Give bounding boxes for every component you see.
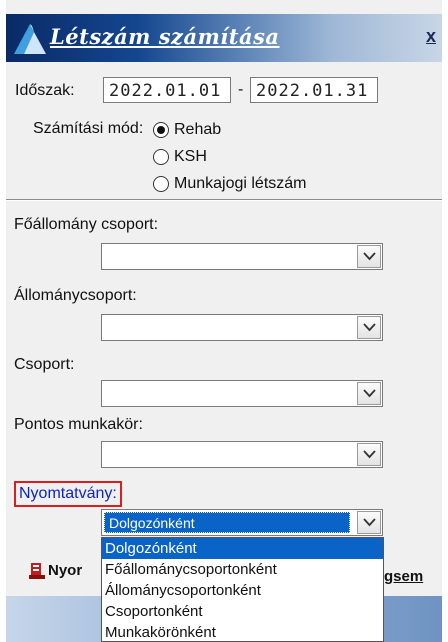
period-label: Időszak:: [15, 82, 75, 99]
print-form-label: Nyomtatvány:: [14, 481, 122, 507]
dropdown-option-allomanycsoportonkent[interactable]: Állománycsoportonként: [102, 580, 383, 601]
munkakor-select[interactable]: [101, 441, 383, 468]
chevron-down-icon: [363, 252, 376, 261]
allomanycsoport-dropdown-button[interactable]: [357, 316, 381, 339]
print-button-label: Nyor: [48, 562, 83, 579]
window-title: Létszám számítása: [50, 24, 280, 49]
print-form-select[interactable]: Dolgozónként: [101, 509, 383, 536]
chevron-down-icon: [363, 389, 376, 398]
left-margin: [0, 0, 6, 642]
radio-rehab-label: Rehab: [174, 121, 222, 138]
csoport-label: Csoport:: [14, 356, 75, 373]
radio-munkajogi-label: Munkajogi létszám: [174, 175, 307, 192]
dialog-window: Létszám számítása x Időszak: 2022.01.01 …: [0, 0, 448, 642]
radio-ksh[interactable]: [153, 149, 169, 165]
cancel-button[interactable]: gsem: [384, 568, 423, 585]
calc-mode-label: Számítási mód:: [33, 120, 144, 137]
dropdown-option-dolgozonkent[interactable]: Dolgozónként: [102, 538, 383, 559]
print-icon: [29, 563, 45, 579]
radio-munkajogi[interactable]: [153, 176, 169, 192]
dropdown-option-foallomanycsoportonkent[interactable]: Főállománycsoportonként: [102, 559, 383, 580]
app-logo-icon: [14, 24, 46, 54]
chevron-down-icon: [363, 450, 376, 459]
allomanycsoport-label: Állománycsoport:: [14, 287, 137, 304]
allomanycsoport-select[interactable]: [101, 314, 383, 341]
dropdown-option-csoportonkent[interactable]: Csoportonként: [102, 601, 383, 622]
period-separator: -: [238, 81, 244, 98]
right-margin: [442, 0, 448, 642]
chevron-down-icon: [363, 518, 376, 527]
title-bar: Létszám számítása x: [6, 14, 442, 62]
print-form-dropdown-button[interactable]: [357, 511, 381, 534]
csoport-select[interactable]: [101, 380, 383, 407]
munkakor-dropdown-button[interactable]: [357, 443, 381, 466]
dropdown-option-munkakoronkent[interactable]: Munkakörönként: [102, 622, 383, 641]
date-from-input[interactable]: 2022.01.01: [103, 77, 231, 103]
munkakor-label: Pontos munkakör:: [14, 416, 143, 433]
foallomany-dropdown-button[interactable]: [357, 245, 381, 268]
radio-ksh-label: KSH: [174, 148, 207, 165]
chevron-down-icon: [363, 323, 376, 332]
foallomany-label: Főállomány csoport:: [14, 216, 159, 233]
radio-rehab[interactable]: [153, 122, 169, 138]
print-form-selected-value: Dolgozónként: [104, 512, 350, 533]
close-button[interactable]: x: [426, 26, 436, 47]
separator-line: [6, 199, 442, 201]
csoport-dropdown-button[interactable]: [357, 382, 381, 405]
foallomany-select[interactable]: [101, 243, 383, 270]
date-to-input[interactable]: 2022.01.31: [250, 77, 378, 103]
print-form-dropdown-list: Dolgozónként Főállománycsoportonként Áll…: [101, 537, 384, 642]
